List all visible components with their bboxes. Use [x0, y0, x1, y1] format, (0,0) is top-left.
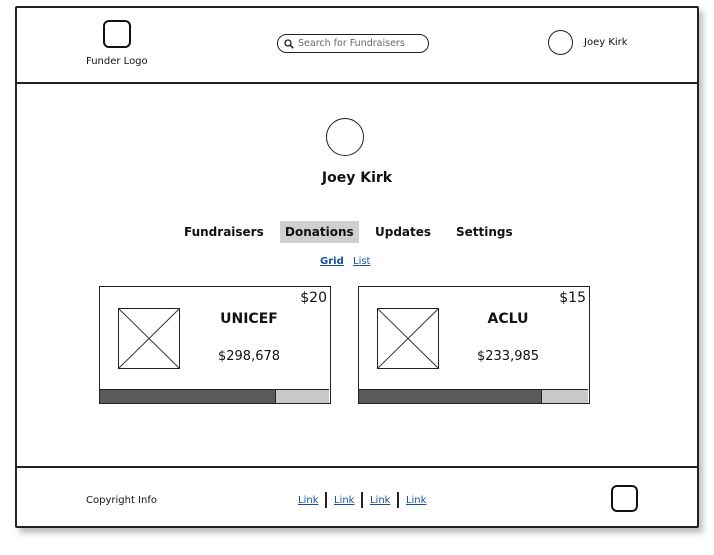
profile-avatar	[326, 118, 364, 156]
tab-settings[interactable]: Settings	[451, 221, 518, 243]
logo-icon[interactable]	[103, 20, 131, 48]
header-user-name[interactable]: Joey Kirk	[584, 37, 628, 48]
image-placeholder-icon	[118, 308, 180, 369]
link-separator	[361, 492, 363, 508]
logo-label: Funder Logo	[86, 56, 148, 67]
search-icon	[284, 38, 294, 49]
footer-link[interactable]: Link	[370, 495, 390, 506]
user-avatar[interactable]	[548, 30, 573, 55]
fundraiser-name[interactable]: ACLU	[453, 311, 563, 327]
amount-raised: $298,678	[217, 349, 281, 364]
tab-updates[interactable]: Updates	[370, 221, 436, 243]
footer-link[interactable]: Link	[406, 495, 426, 506]
link-separator	[397, 492, 399, 508]
search-input[interactable]	[298, 38, 423, 49]
progress-bar-fill	[100, 390, 277, 403]
amount-raised: $233,985	[476, 349, 540, 364]
tab-fundraisers[interactable]: Fundraisers	[179, 221, 269, 243]
footer-links: Link Link Link Link	[298, 491, 426, 509]
view-toggle: Grid List	[17, 256, 697, 270]
footer-link[interactable]: Link	[334, 495, 354, 506]
list-view-link[interactable]: List	[353, 256, 370, 267]
progress-bar	[359, 389, 588, 403]
browser-frame: Funder Logo Joey Kirk Joey Kirk Fundrais…	[15, 6, 699, 528]
donation-card[interactable]: $20 UNICEF $298,678	[99, 286, 331, 404]
donation-amount: $15	[559, 290, 586, 306]
donation-card[interactable]: $15 ACLU $233,985	[358, 286, 590, 404]
footer-icon[interactable]	[611, 485, 638, 512]
grid-view-link[interactable]: Grid	[320, 256, 344, 267]
profile-name: Joey Kirk	[321, 170, 393, 186]
tab-donations[interactable]: Donations	[280, 221, 359, 243]
fundraiser-name[interactable]: UNICEF	[194, 311, 304, 327]
progress-bar-fill	[359, 390, 543, 403]
progress-bar	[100, 389, 329, 403]
profile-tabs: Fundraisers Donations Updates Settings	[17, 221, 697, 243]
search-bar[interactable]	[277, 34, 429, 53]
site-header: Funder Logo Joey Kirk	[17, 8, 697, 84]
copyright-info: Copyright Info	[86, 495, 157, 506]
site-footer: Copyright Info Link Link Link Link	[17, 466, 697, 526]
link-separator	[325, 492, 327, 508]
image-placeholder-icon	[377, 308, 439, 369]
footer-link[interactable]: Link	[298, 495, 318, 506]
donation-amount: $20	[300, 290, 327, 306]
